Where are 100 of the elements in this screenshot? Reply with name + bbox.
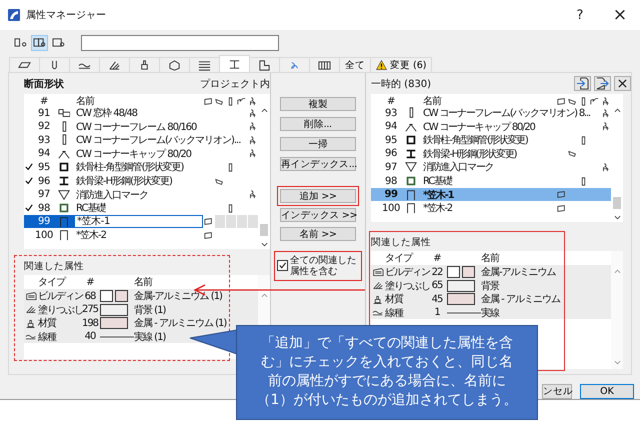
attribute-number: 198 (80, 318, 100, 329)
category-tab[interactable] (249, 57, 280, 72)
checkbox[interactable] (277, 260, 288, 272)
action-button[interactable]: 削除... (280, 117, 356, 132)
search-field[interactable] (81, 34, 279, 51)
scroll-up-icon[interactable] (614, 108, 620, 114)
name-input-field[interactable]: *笠木-1 (74, 215, 203, 228)
category-tab[interactable] (159, 57, 190, 72)
scroll-up-icon[interactable] (260, 108, 268, 114)
action-button[interactable]: 複製 (280, 97, 356, 112)
action-button[interactable]: 再インデックス... (280, 157, 356, 172)
scrollbar-thumb[interactable] (260, 224, 268, 236)
profile-icon (58, 107, 70, 120)
checkbox-label[interactable]: 全ての関連した属性を含む (290, 255, 359, 278)
attribute-type: 線種 (385, 306, 404, 320)
remove-button[interactable] (614, 76, 631, 92)
profile-name[interactable]: 消防進入口マーク (421, 160, 600, 174)
profile-icon (405, 202, 417, 214)
profile-name[interactable]: 鉄骨柱-角型鋼管(形状変更) (421, 133, 578, 148)
row-number: 100 (381, 202, 401, 214)
attribute-number: 22 (430, 266, 444, 278)
profile-name[interactable]: *笠木-2 (74, 228, 203, 242)
window-title: 属性マネージャー (26, 8, 106, 22)
profile-name[interactable]: 鉄骨梁-H形鋼(形状変更) (421, 146, 567, 161)
category-tab[interactable] (219, 55, 250, 72)
category-tab[interactable] (189, 57, 220, 72)
column-header: # (386, 96, 396, 107)
column-header: 名前 (75, 95, 96, 108)
scroll-down-icon[interactable] (260, 242, 268, 248)
view-mode-button[interactable] (31, 34, 48, 51)
row-number: 98 (384, 176, 398, 186)
document-arrow-icon (576, 77, 589, 90)
profile-icon (405, 134, 417, 146)
attribute-number: 40 (84, 331, 97, 342)
attribute-name: 実線 (481, 306, 500, 320)
hexagon-icon (167, 58, 182, 72)
profile-name[interactable]: RC基礎 (74, 201, 225, 216)
profile-name[interactable]: 鉄骨梁-H形鋼(形状変更) (74, 174, 214, 188)
attribute-type: 材質 (385, 292, 404, 306)
transfer-button[interactable]: インデックス >> (280, 208, 356, 222)
category-tab[interactable] (99, 57, 130, 72)
attribute-name: 金属-アルミニウム (481, 266, 557, 280)
category-tab[interactable] (309, 57, 340, 72)
profile-name[interactable]: CW コーナーフレーム 80/160 (74, 120, 247, 134)
transfer-button[interactable]: 追加 >> (280, 188, 356, 203)
profile-name[interactable]: CW 窓枠 48/48 (74, 106, 247, 120)
row-number: 93 (384, 108, 398, 119)
changes-tab[interactable]: 変更 (6) (370, 57, 432, 72)
profile-icon (58, 216, 70, 228)
color-swatch (462, 266, 475, 278)
close-button[interactable]: × (600, 0, 640, 30)
category-tab[interactable] (9, 57, 40, 72)
attribute-name: 背景 (481, 280, 500, 293)
pane-title: 断面形状 (24, 78, 64, 91)
attribute-number: 1 (433, 307, 441, 318)
dialog-button[interactable]: ンセル (542, 384, 572, 399)
category-tab[interactable] (129, 57, 160, 72)
scrollbar-thumb[interactable] (613, 197, 621, 210)
profile-icon (405, 161, 417, 174)
profile-name[interactable]: CW コーナーフレーム(バックマリオン) 8... (421, 106, 600, 120)
attribute-name: 金属 - アルミニウム (481, 293, 562, 306)
dialog-button[interactable]: OK (580, 384, 634, 399)
profile-name[interactable]: CW コーナーフレーム(バックマリオン)... (74, 133, 247, 148)
row-number: 100 (34, 230, 54, 241)
row-number: 95 (37, 162, 51, 173)
profile-name[interactable]: *笠木-2 (421, 201, 556, 216)
row-number: 98 (37, 202, 51, 214)
profile-name[interactable]: RC基礎 (421, 174, 578, 188)
profile-name[interactable]: CW コーナーキャップ 80/20 (74, 146, 247, 161)
profile-name[interactable]: 消防進入口マーク (74, 188, 247, 202)
column-header: 名前 (422, 95, 442, 108)
attribute-number: 65 (430, 280, 444, 292)
row-number: 92 (37, 121, 51, 132)
app-icon (8, 9, 20, 21)
scroll-down-icon[interactable] (614, 215, 620, 220)
row-number: 97 (37, 189, 51, 200)
profile-icon (405, 148, 417, 160)
help-button[interactable]: ? (560, 0, 600, 30)
beam-profile-icon (227, 58, 242, 71)
attribute-type: 材質 (38, 316, 58, 330)
import-button[interactable] (574, 76, 591, 92)
action-button[interactable]: 一掃 (280, 137, 356, 152)
profile-name[interactable]: 鉄骨柱-角型鋼管(形状変更) (74, 160, 225, 174)
export-button[interactable] (594, 76, 611, 92)
pane-title: 一時的 (830) (371, 78, 432, 91)
attribute-name: 金属-アルミニウム (1) (134, 290, 223, 304)
transfer-button[interactable]: 名前 >> (280, 226, 356, 241)
profile-name[interactable]: *笠木-1 (421, 188, 556, 202)
attribute-type-icon (372, 280, 384, 292)
profile-icon (58, 229, 70, 242)
profile-icon (405, 175, 417, 187)
line-preview (100, 334, 134, 339)
pane-subtitle: プロジェクト内 (200, 78, 270, 91)
category-tab[interactable]: 全て (339, 57, 371, 72)
attribute-type: 塗りつぶし (385, 280, 427, 293)
attribute-name: 実線 (1) (134, 330, 166, 344)
row-number: 99 (383, 189, 399, 200)
row-number: 94 (384, 121, 398, 132)
profile-name[interactable]: CW コーナーキャップ 80/20 (421, 120, 600, 134)
column-icon (601, 96, 610, 106)
